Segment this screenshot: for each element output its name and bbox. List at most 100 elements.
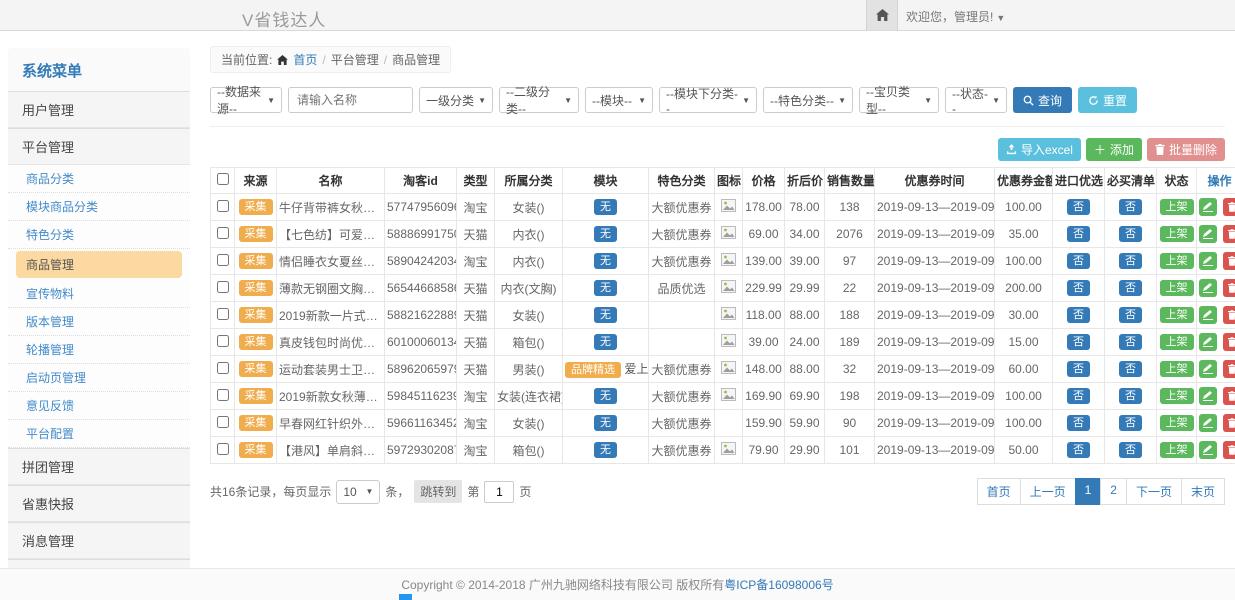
sidebar-item[interactable]: 意见反馈 xyxy=(8,392,190,420)
row-checkbox[interactable] xyxy=(217,227,229,239)
status-toggle[interactable]: 上架 xyxy=(1160,199,1194,215)
module-none-badge[interactable]: 无 xyxy=(594,280,617,296)
page-number-input[interactable] xyxy=(484,481,514,503)
row-checkbox[interactable] xyxy=(217,254,229,266)
row-checkbox[interactable] xyxy=(217,443,229,455)
user-menu[interactable]: 欢迎您，管理员!▼ xyxy=(906,8,1005,25)
status-select[interactable]: --状态--▼ xyxy=(945,87,1007,113)
module-none-badge[interactable]: 无 xyxy=(594,442,617,458)
status-toggle[interactable]: 上架 xyxy=(1160,361,1194,377)
per-page-select[interactable]: 10▼ xyxy=(336,480,380,504)
prev-page-button[interactable]: 上一页 xyxy=(1020,478,1076,505)
page-1-button[interactable]: 1 xyxy=(1075,478,1102,505)
must-buy-toggle[interactable]: 否 xyxy=(1119,388,1142,404)
module-subcategory-select[interactable]: --模块下分类--▼ xyxy=(659,87,757,113)
feature-category-select[interactable]: --特色分类--▼ xyxy=(763,87,853,113)
sidebar-section[interactable]: 用户管理 xyxy=(8,91,190,128)
reset-button[interactable]: 重置 xyxy=(1078,87,1137,113)
sidebar-item[interactable]: 宣传物料 xyxy=(8,280,190,308)
next-page-button[interactable]: 下一页 xyxy=(1126,478,1182,505)
breadcrumb-home-link[interactable]: 首页 xyxy=(293,51,317,68)
module-none-badge[interactable]: 无 xyxy=(594,307,617,323)
edit-button[interactable] xyxy=(1199,441,1217,459)
row-checkbox[interactable] xyxy=(217,200,229,212)
delete-button[interactable] xyxy=(1223,333,1235,351)
status-toggle[interactable]: 上架 xyxy=(1160,253,1194,269)
sidebar-item[interactable]: 版本管理 xyxy=(8,308,190,336)
module-none-badge[interactable]: 无 xyxy=(594,253,617,269)
delete-button[interactable] xyxy=(1223,360,1235,378)
edit-button[interactable] xyxy=(1199,360,1217,378)
search-button[interactable]: 查询 xyxy=(1013,87,1072,113)
row-checkbox[interactable] xyxy=(217,416,229,428)
icp-link[interactable]: 粤ICP备16098006号 xyxy=(724,576,833,593)
edit-button[interactable] xyxy=(1199,198,1217,216)
status-toggle[interactable]: 上架 xyxy=(1160,280,1194,296)
category-level1-select[interactable]: 一级分类▼ xyxy=(419,87,493,113)
add-button[interactable]: ＋ 添加 xyxy=(1086,138,1142,161)
sidebar-section[interactable]: 平台管理 xyxy=(8,128,190,165)
module-select[interactable]: --模块--▼ xyxy=(585,87,653,113)
delete-button[interactable] xyxy=(1223,279,1235,297)
jump-button[interactable]: 跳转到 xyxy=(414,480,462,503)
module-none-badge[interactable]: 无 xyxy=(594,334,617,350)
row-checkbox[interactable] xyxy=(217,308,229,320)
must-buy-toggle[interactable]: 否 xyxy=(1119,280,1142,296)
must-buy-toggle[interactable]: 否 xyxy=(1119,253,1142,269)
status-toggle[interactable]: 上架 xyxy=(1160,226,1194,242)
sidebar-section[interactable]: 拼团管理 xyxy=(8,448,190,485)
data-source-select[interactable]: --数据来源--▼ xyxy=(210,87,282,113)
import-select-toggle[interactable]: 否 xyxy=(1067,280,1090,296)
import-select-toggle[interactable]: 否 xyxy=(1067,415,1090,431)
import-select-toggle[interactable]: 否 xyxy=(1067,199,1090,215)
row-checkbox[interactable] xyxy=(217,362,229,374)
sidebar-item[interactable]: 平台配置 xyxy=(8,420,190,448)
delete-button[interactable] xyxy=(1223,441,1235,459)
page-2-button[interactable]: 2 xyxy=(1100,478,1127,505)
import-excel-button[interactable]: 导入excel xyxy=(998,138,1081,161)
sidebar-section[interactable]: 省惠快报 xyxy=(8,485,190,522)
item-type-select[interactable]: --宝贝类型--▼ xyxy=(859,87,939,113)
sidebar-item[interactable]: 轮播管理 xyxy=(8,336,190,364)
select-all-checkbox[interactable] xyxy=(217,173,229,185)
sidebar-section[interactable]: 消息管理 xyxy=(8,522,190,559)
edit-button[interactable] xyxy=(1199,225,1217,243)
status-toggle[interactable]: 上架 xyxy=(1160,442,1194,458)
must-buy-toggle[interactable]: 否 xyxy=(1119,415,1142,431)
must-buy-toggle[interactable]: 否 xyxy=(1119,334,1142,350)
must-buy-toggle[interactable]: 否 xyxy=(1119,361,1142,377)
delete-button[interactable] xyxy=(1223,387,1235,405)
row-checkbox[interactable] xyxy=(217,389,229,401)
edit-button[interactable] xyxy=(1199,306,1217,324)
first-page-button[interactable]: 首页 xyxy=(977,478,1021,505)
sidebar-item[interactable]: 模块商品分类 xyxy=(8,193,190,221)
category-level2-select[interactable]: --二级分类--▼ xyxy=(499,87,579,113)
import-select-toggle[interactable]: 否 xyxy=(1067,361,1090,377)
edit-button[interactable] xyxy=(1199,279,1217,297)
edit-button[interactable] xyxy=(1199,333,1217,351)
import-select-toggle[interactable]: 否 xyxy=(1067,334,1090,350)
sidebar-item[interactable]: 商品分类 xyxy=(8,165,190,193)
import-select-toggle[interactable]: 否 xyxy=(1067,307,1090,323)
name-search-input[interactable] xyxy=(288,87,413,113)
module-none-badge[interactable]: 无 xyxy=(594,388,617,404)
edit-button[interactable] xyxy=(1199,414,1217,432)
sidebar-item[interactable]: 启动页管理 xyxy=(8,364,190,392)
delete-button[interactable] xyxy=(1223,252,1235,270)
delete-button[interactable] xyxy=(1223,306,1235,324)
must-buy-toggle[interactable]: 否 xyxy=(1119,442,1142,458)
import-select-toggle[interactable]: 否 xyxy=(1067,226,1090,242)
delete-button[interactable] xyxy=(1223,198,1235,216)
status-toggle[interactable]: 上架 xyxy=(1160,388,1194,404)
module-none-badge[interactable]: 无 xyxy=(594,415,617,431)
status-toggle[interactable]: 上架 xyxy=(1160,334,1194,350)
home-button[interactable] xyxy=(866,0,898,30)
delete-button[interactable] xyxy=(1223,414,1235,432)
row-checkbox[interactable] xyxy=(217,335,229,347)
must-buy-toggle[interactable]: 否 xyxy=(1119,199,1142,215)
sidebar-item-active[interactable]: 商品管理 xyxy=(16,251,182,278)
status-toggle[interactable]: 上架 xyxy=(1160,415,1194,431)
last-page-button[interactable]: 末页 xyxy=(1181,478,1225,505)
sidebar-item[interactable]: 特色分类 xyxy=(8,221,190,249)
row-checkbox[interactable] xyxy=(217,281,229,293)
